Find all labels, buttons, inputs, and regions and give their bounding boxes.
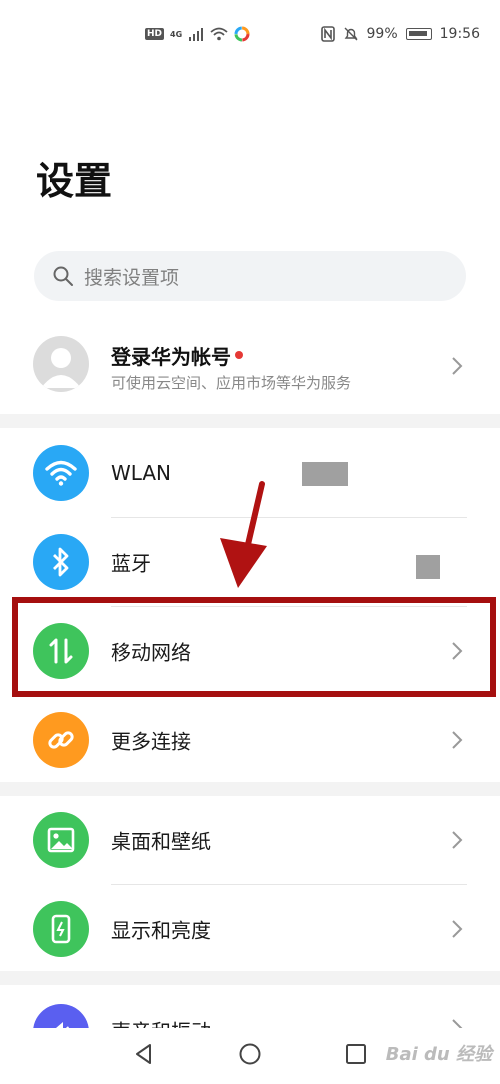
settings-item-label: 蓝牙 [111,551,151,575]
network-type: 4G [170,29,183,39]
group-separator [0,782,500,796]
account-title: 登录华为帐号 [111,341,243,370]
chevron-right-icon [452,919,463,938]
settings-item-more-connections[interactable]: 更多连接 [0,695,500,784]
settings-item-bluetooth[interactable]: 蓝牙 [0,517,500,606]
default-avatar-icon [41,348,81,388]
settings-item-display-brightness[interactable]: 显示和亮度 [0,884,500,973]
hd-badge: HD [145,28,165,40]
sound-icon [33,1004,89,1028]
back-icon[interactable] [132,1042,156,1066]
wifi-status-icon [210,27,228,41]
battery-percent: 99% [366,26,398,42]
status-right: 99% 19:56 [320,26,480,42]
page-title: 设置 [36,159,113,203]
battery-icon [405,28,432,40]
nfc-icon [320,26,335,42]
status-bar: HD 4G 99% 19:56 [0,0,500,76]
settings-item-home-wallpaper[interactable]: 桌面和壁纸 [0,795,500,884]
search-input[interactable]: 搜索设置项 [34,251,466,301]
wallpaper-icon [33,811,89,868]
settings-item-label: 更多连接 [111,729,191,753]
search-icon [53,266,73,286]
highlight-box [12,597,496,697]
display-icon [33,900,89,957]
group-separator [0,971,500,985]
mute-icon [344,27,358,41]
settings-item-label: 声音和振动 [111,1016,211,1029]
recents-icon[interactable] [344,1042,368,1066]
search-placeholder: 搜索设置项 [84,266,180,289]
group-separator [0,414,500,428]
bluetooth-icon [33,533,89,590]
clock: 19:56 [439,26,480,42]
notification-dot [235,350,243,359]
wifi-icon [33,444,89,501]
chevron-right-icon [452,730,463,749]
chevron-right-icon [452,1019,463,1028]
watermark: Bai du 经验 [385,1044,492,1065]
settings-item-label: 桌面和壁纸 [111,829,211,853]
link-icon [33,711,89,768]
account-subtitle: 可使用云空间、应用市场等华为服务 [111,374,352,392]
signal-icon [189,28,204,41]
chevron-right-icon [452,830,463,849]
settings-item-wlan[interactable]: WLAN [0,428,500,517]
chevron-right-icon [452,357,463,375]
settings-item-label: 显示和亮度 [111,918,211,942]
app-notification-icon [234,26,250,42]
settings-item-label: WLAN [111,460,172,485]
status-left: HD 4G [145,26,250,42]
settings-item-sound-vibration[interactable]: 声音和振动 [0,984,500,1028]
avatar [33,336,89,392]
home-icon[interactable] [238,1042,262,1066]
redacted-value [302,462,348,486]
redacted-value [416,555,440,579]
